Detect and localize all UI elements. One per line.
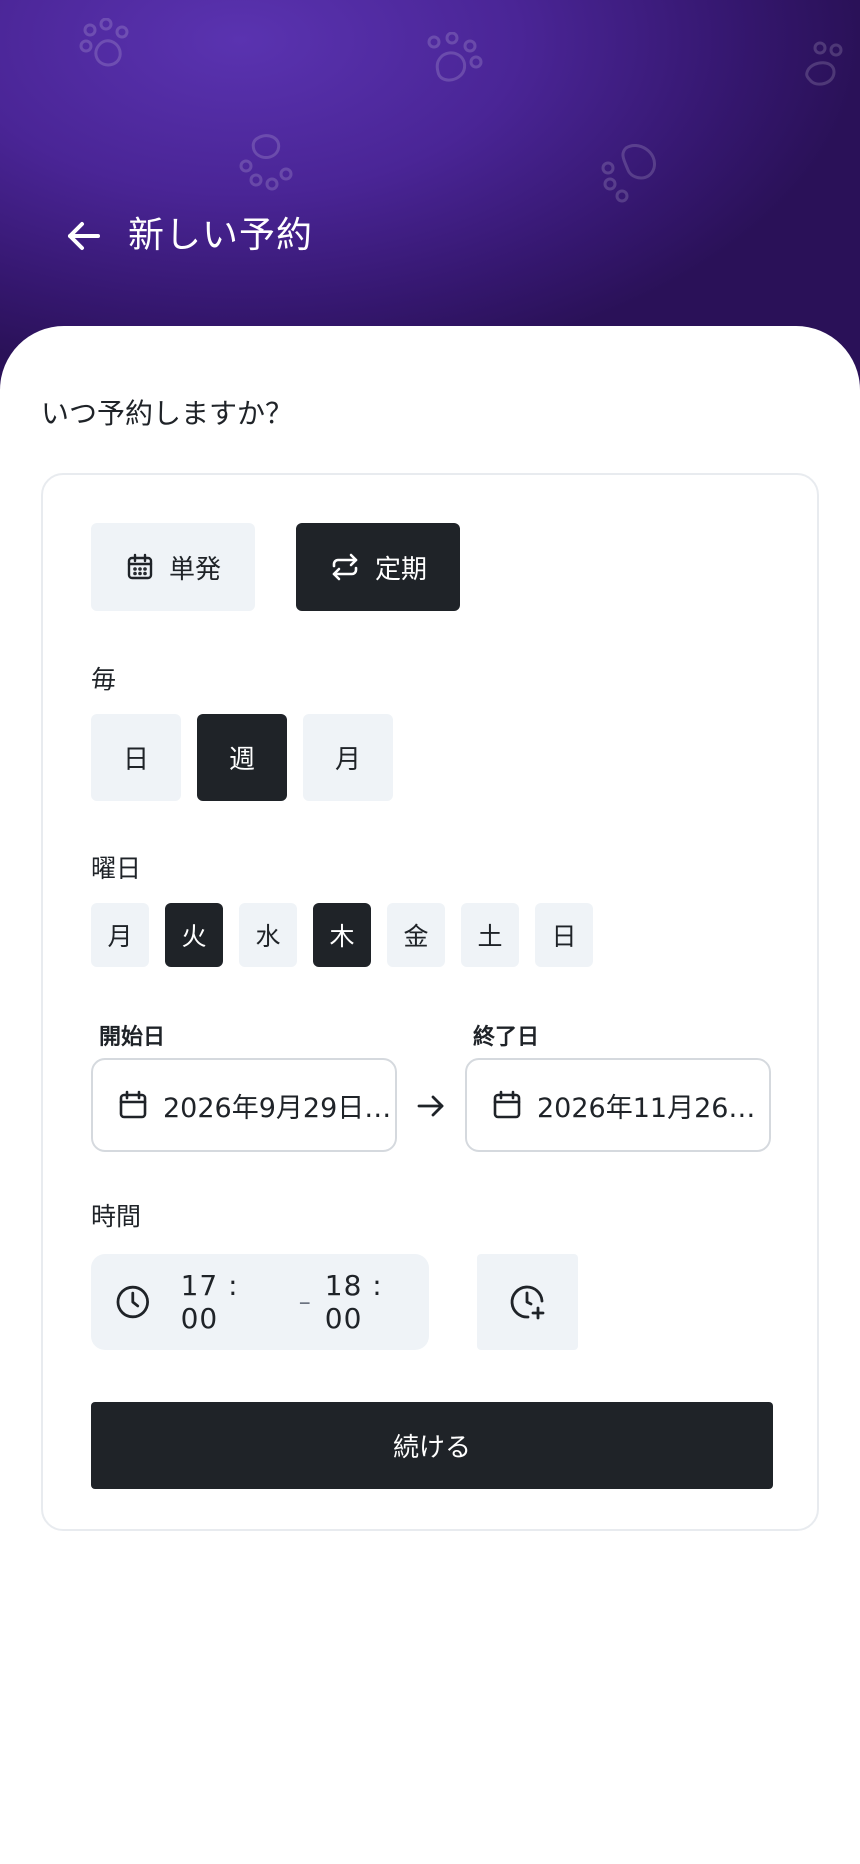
arrow-right-icon <box>417 1095 444 1117</box>
calendar-icon <box>493 1090 521 1119</box>
back-button[interactable] <box>64 212 104 260</box>
recurring-booking-button[interactable]: 定期 <box>296 523 460 611</box>
paw-icon <box>79 18 129 67</box>
end-date-label: 終了日 <box>473 1025 540 1050</box>
time-label: 時間 <box>91 1202 142 1231</box>
time-range-field[interactable]: 17 : 00 – 18 : 00 <box>91 1254 429 1350</box>
continue-button[interactable]: 続ける <box>91 1402 773 1489</box>
schedule-card: 単発 定期 毎 日 週 月 曜日 月 火 水 木 金 土 日 開始日 2026年… <box>41 473 819 1531</box>
time-start: 17 : 00 <box>180 1269 239 1335</box>
recurring-booking-label: 定期 <box>374 554 427 585</box>
question-heading: いつ予約しますか？ <box>41 397 294 430</box>
weekday-sun-button[interactable]: 日 <box>535 903 593 967</box>
start-date-label: 開始日 <box>99 1025 166 1050</box>
frequency-label: 毎 <box>91 665 117 694</box>
paw-icon <box>239 134 293 191</box>
start-date-value: 2026年9月29日… <box>163 1092 392 1124</box>
time-separator: – <box>298 1288 311 1316</box>
frequency-monthly-button[interactable]: 月 <box>303 714 393 801</box>
add-time-button[interactable] <box>477 1254 578 1350</box>
frequency-daily-button[interactable]: 日 <box>91 714 181 801</box>
weekday-thu-button[interactable]: 木 <box>313 903 371 967</box>
single-booking-button[interactable]: 単発 <box>91 523 255 611</box>
calendar-icon <box>127 553 153 580</box>
calendar-icon <box>119 1090 147 1119</box>
weekday-tue-button[interactable]: 火 <box>165 903 223 967</box>
paw-icon <box>805 41 843 86</box>
arrow-left-icon <box>68 222 100 250</box>
weekday-mon-button[interactable]: 月 <box>91 903 149 967</box>
clock-icon <box>116 1285 149 1319</box>
paw-icon <box>427 32 483 82</box>
start-date-field[interactable]: 2026年9月29日… <box>91 1058 397 1152</box>
page-title: 新しい予約 <box>128 215 314 256</box>
clock-plus-icon <box>510 1285 544 1320</box>
weekday-sat-button[interactable]: 土 <box>461 903 519 967</box>
weekdays-label: 曜日 <box>91 854 142 883</box>
single-booking-label: 単発 <box>168 554 221 585</box>
repeat-icon <box>332 553 358 581</box>
weekday-wed-button[interactable]: 水 <box>239 903 297 967</box>
weekday-fri-button[interactable]: 金 <box>387 903 445 967</box>
end-date-value: 2026年11月26… <box>537 1092 756 1124</box>
time-end: 18 : 00 <box>324 1269 383 1335</box>
booking-sheet: いつ予約しますか？ 単発 定期 毎 日 週 月 曜日 月 火 水 木 金 土 日… <box>0 326 860 1864</box>
frequency-weekly-button[interactable]: 週 <box>197 714 287 801</box>
paw-icon <box>601 144 656 203</box>
end-date-field[interactable]: 2026年11月26… <box>465 1058 771 1152</box>
